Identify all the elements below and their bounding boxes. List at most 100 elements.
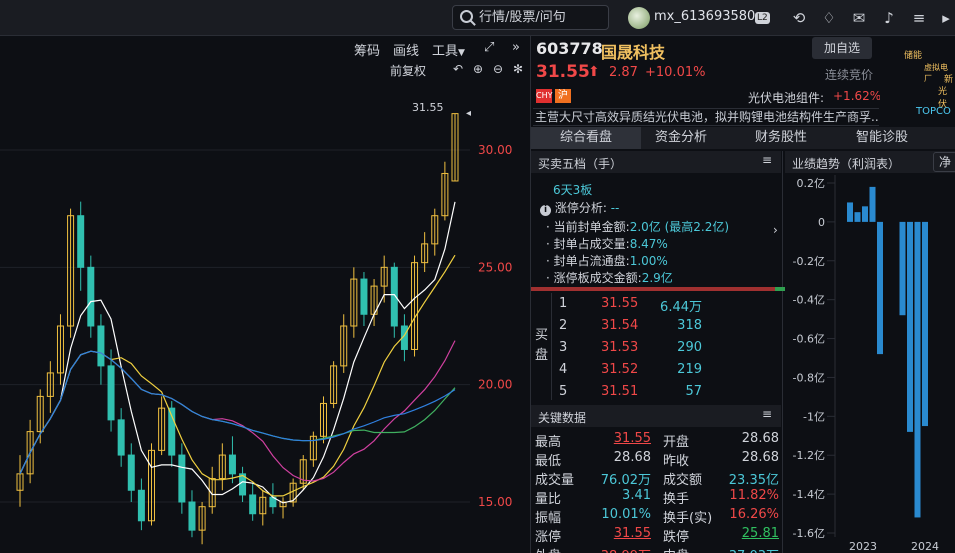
chevron-right-icon[interactable]: › (773, 223, 778, 237)
y-tick-label: 30.00 (478, 143, 512, 157)
username[interactable]: mx_613693580 (654, 9, 755, 24)
stock-code: 603778 (536, 39, 603, 58)
bell-icon[interactable]: ♪ (880, 9, 898, 27)
ma-line (19, 254, 456, 497)
key-label: 振幅 (535, 511, 562, 526)
perf-bar (914, 221, 921, 518)
buy-side-label: 买盘 (535, 328, 549, 363)
perf-bar (877, 221, 883, 355)
candles (16, 113, 459, 545)
candle-body (117, 419, 125, 456)
key-value: 76.02万 (600, 473, 651, 488)
limit-detail-value: 1.00% (629, 254, 668, 268)
buy-level: 1 (559, 296, 568, 311)
gear-icon[interactable]: ✻ (513, 62, 523, 76)
limit-detail-row: · 封单占流通盘:1.00% (546, 252, 668, 269)
limit-detail-row: · 涨停板成交金额:2.9亿 (546, 269, 673, 286)
concept-label: 储能 (904, 51, 923, 61)
key-value: 3.41 (622, 488, 651, 503)
candle-body (188, 501, 196, 531)
key-label: 量比 (535, 492, 562, 507)
buy-level: 5 (559, 384, 568, 399)
shirt-icon[interactable]: ♢ (820, 9, 838, 27)
concept-map-panel[interactable]: 储能 虚拟电厂 新 光伏 TOPCO (880, 36, 955, 126)
prefuquan-button[interactable]: 前复权 (390, 62, 426, 79)
order-book-menu-icon[interactable]: ≡ (762, 153, 772, 167)
mail-icon[interactable]: ✉ (850, 9, 868, 27)
tools-button[interactable]: 工具▼ (432, 40, 465, 59)
chips-button[interactable]: 筹码 (354, 40, 380, 59)
buy-volume: 290 (677, 340, 702, 355)
key-value: 16.26% (729, 507, 779, 522)
limit-detail-row: · 当前封单金额:2.0亿 (最高2.2亿) (546, 218, 729, 235)
key-label: 成交额 (663, 473, 703, 488)
key-label: 外盘 (535, 545, 561, 553)
buy-level: 2 (559, 318, 568, 333)
company-description[interactable]: 主营大尺寸高效异质结光伏电池，拟并购锂电池结构件生产商孚... (533, 108, 879, 126)
price-change-pct: +10.01% (645, 65, 706, 80)
perf-y-tick: -0.8亿 (793, 371, 825, 384)
perf-y-tick: -1.6亿 (793, 527, 825, 540)
search-icon (460, 10, 473, 23)
limit-detail-value: 8.47% (629, 237, 668, 251)
buy-price[interactable]: 31.52 (601, 362, 638, 377)
key-label: 换手(实) (663, 511, 713, 526)
key-label: 换手 (663, 492, 690, 507)
level-badge: L2 (755, 12, 770, 24)
buy-price[interactable]: 31.54 (601, 318, 638, 333)
menu-icon[interactable]: ≡ (910, 9, 928, 27)
key-value: 28.68 (741, 450, 779, 465)
buy-price[interactable]: 31.51 (601, 384, 638, 399)
refresh-icon[interactable]: ⟲ (790, 9, 808, 27)
search-input[interactable]: 行情/股票/问句 (452, 5, 609, 30)
key-value: 11.82% (729, 488, 779, 503)
kline-chart[interactable]: 30.00 25.00 20.00 15.00 31.55 ◂ (0, 84, 530, 553)
concept-label: TOPCO (916, 106, 951, 117)
ma-line (19, 340, 456, 482)
candle-body (228, 454, 236, 475)
fullscreen-icon[interactable]: ⤢ (484, 40, 494, 55)
avatar[interactable] (628, 7, 650, 29)
y-tick-label: 20.00 (478, 378, 512, 392)
perf-title: 业绩趋势（利润表） (792, 157, 901, 171)
limit-analysis-label: 涨停分析: (554, 201, 607, 215)
draw-button[interactable]: 画线 (393, 40, 419, 59)
bid-ask-ratio-bar-ask (775, 287, 785, 291)
key-value: 25.81 (741, 526, 779, 541)
key-data-menu-icon[interactable]: ≡ (762, 407, 772, 421)
tab-financial[interactable]: 财务股性 (741, 127, 821, 149)
price-pointer-icon: ◂ (466, 108, 471, 119)
perf-y-tick: 0.2亿 (797, 177, 826, 190)
key-label: 开盘 (663, 435, 690, 450)
candle-body (178, 454, 186, 503)
undo-icon[interactable]: ↶ (453, 62, 463, 76)
key-value: 38.99万 (596, 545, 651, 553)
key-value: 28.68 (741, 431, 779, 446)
add-watchlist-button[interactable]: 加自选 (812, 37, 872, 59)
key-value: 28.68 (613, 450, 651, 465)
tab-diagnosis[interactable]: 智能诊股 (842, 127, 922, 149)
tab-capital[interactable]: 资金分析 (641, 127, 721, 149)
key-value: 31.55 (613, 526, 651, 541)
zoom-out-icon[interactable]: ⊖ (493, 62, 503, 76)
candle-body (137, 489, 145, 522)
tab-overview[interactable]: 综合看盘 (531, 127, 641, 149)
stock-name[interactable]: 国晟科技 (601, 39, 665, 63)
perf-bar (854, 212, 861, 222)
sector-name[interactable]: 光伏电池组件: (748, 89, 824, 106)
tag-chy[interactable]: CHY (536, 89, 553, 103)
perf-grid (827, 175, 836, 537)
more-icon[interactable]: ▸ (937, 9, 955, 27)
buy-price[interactable]: 31.53 (601, 340, 638, 355)
perf-metric-button[interactable]: 净 (933, 152, 955, 172)
moving-averages (19, 201, 456, 504)
buy-price[interactable]: 31.55 (601, 296, 638, 311)
tag-market[interactable]: 沪 (555, 89, 571, 103)
zoom-in-icon[interactable]: ⊕ (473, 62, 483, 76)
collapse-icon[interactable]: » (512, 40, 520, 55)
limit-analysis-row[interactable]: i 涨停分析: -- (540, 199, 619, 216)
perf-y-tick: -1亿 (803, 410, 825, 423)
limit-detail-value: 2.9亿 (641, 271, 673, 285)
key-value: 31.55 (613, 431, 651, 446)
buy-volume: 6.44万 (660, 300, 702, 315)
